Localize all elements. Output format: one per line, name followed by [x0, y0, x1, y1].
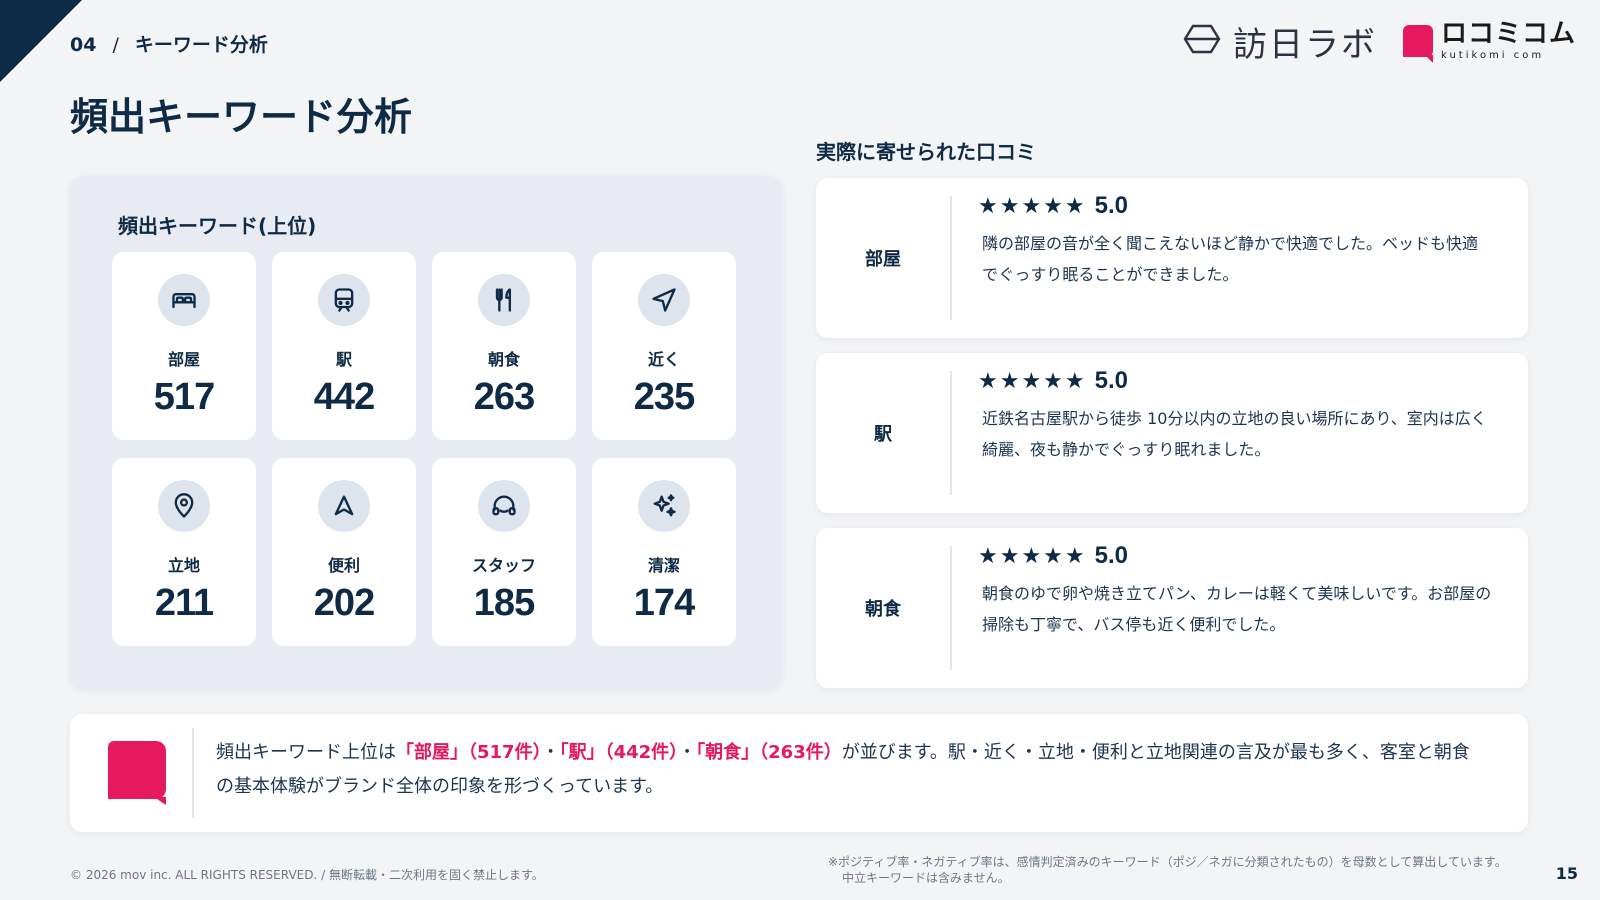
keyword-label: 部屋	[167, 350, 200, 369]
keyword-card: 便利 202	[272, 458, 416, 646]
breadcrumb-separator: /	[112, 34, 119, 56]
keyword-highlight: 「駅」	[559, 742, 605, 763]
keyword-card: 駅 442	[272, 252, 416, 440]
star-rating-icon: ★★★★★	[978, 193, 1087, 219]
page-number: 15	[1555, 864, 1578, 883]
review-tag: 駅	[874, 424, 892, 445]
review-tag: 部屋	[865, 249, 901, 270]
navigation-arrow-icon	[638, 274, 690, 326]
kutikomi-logo: ロコミコム kutikomi com	[1402, 19, 1576, 63]
keyword-highlight: 「朝食」	[696, 742, 760, 763]
copyright: © 2026 mov inc. ALL RIGHTS RESERVED. / 無…	[70, 868, 544, 882]
keyword-highlight: 「部屋」	[396, 742, 468, 763]
section-title: キーワード分析	[134, 34, 268, 56]
reviews-heading: 実際に寄せられた口コミ	[816, 140, 1036, 164]
summary-separator: ・	[541, 742, 560, 763]
keyword-card: スタッフ 185	[432, 458, 576, 646]
headset-icon	[478, 480, 530, 532]
rating-score: 5.0	[1094, 192, 1128, 219]
divider	[950, 546, 952, 670]
review-card: 部屋 ★★★★★ 5.0 隣の部屋の音が全く聞こえないほど静かで快適でした。ベッ…	[816, 178, 1528, 338]
location-pin-icon	[158, 480, 210, 532]
rating-score: 5.0	[1094, 367, 1128, 394]
keyword-count: 185	[473, 582, 535, 624]
star-rating-icon: ★★★★★	[978, 543, 1087, 569]
summary-part: 頻出キーワード上位は	[216, 742, 396, 763]
summary-box: 頻出キーワード上位は「部屋」（517件）・「駅」（442件）・「朝食」（263件…	[70, 714, 1528, 832]
keyword-card: 近く 235	[592, 252, 736, 440]
rating: ★★★★★ 5.0	[978, 367, 1128, 395]
keyword-count: 202	[313, 582, 375, 624]
brand-logo-text: 訪日ラボ	[1232, 24, 1377, 65]
keyword-label: 立地	[167, 556, 200, 575]
summary-text: 頻出キーワード上位は「部屋」（517件）・「駅」（442件）・「朝食」（263件…	[216, 736, 1486, 804]
houNichi-lab-logo: 訪日ラボ	[1183, 17, 1377, 66]
keywords-panel-title: 頻出キーワード(上位)	[118, 214, 317, 238]
keyword-label: 駅	[335, 350, 352, 369]
keyword-count: 517	[153, 376, 215, 418]
divider	[192, 728, 194, 818]
partner-logo-text: ロコミコム	[1440, 19, 1576, 49]
review-card: 朝食 ★★★★★ 5.0 朝食のゆで卵や焼き立てパン、カレーは軽くて美味しいです…	[816, 528, 1528, 688]
speech-bubble-logo-icon	[1402, 25, 1433, 63]
keyword-label: 朝食	[487, 350, 520, 369]
keyword-count: 442	[313, 376, 375, 418]
keyword-card: 立地 211	[112, 458, 256, 646]
keyword-card: 清潔 174	[592, 458, 736, 646]
rating: ★★★★★ 5.0	[978, 542, 1128, 570]
keyword-count: 235	[633, 376, 695, 418]
send-arrow-icon	[318, 480, 370, 532]
rating-score: 5.0	[1094, 542, 1128, 569]
count-highlight: （442件）	[604, 742, 679, 763]
hexagon-logo-icon	[1183, 24, 1221, 58]
page-title: 頻出キーワード分析	[70, 95, 413, 139]
keyword-count: 263	[473, 376, 535, 418]
review-text: 朝食のゆで卵や焼き立てパン、カレーは軽くて美味しいです。お部屋の掃除も丁寧で、バ…	[982, 584, 1492, 634]
summary-separator: ・	[678, 742, 697, 763]
review-tag: 朝食	[865, 599, 901, 620]
utensils-icon	[478, 274, 530, 326]
count-highlight: （263件）	[759, 742, 842, 763]
star-rating-icon: ★★★★★	[978, 368, 1087, 394]
footnote-line: 中立キーワードは含みません。	[842, 871, 1010, 885]
bed-icon	[158, 274, 210, 326]
count-highlight: （517件）	[468, 742, 542, 763]
keyword-label: 清潔	[647, 556, 680, 575]
footnote-line: ※ポジティブ率・ネガティブ率は、感情判定済みのキーワード（ポジ／ネガに分類された…	[828, 855, 1507, 869]
rating: ★★★★★ 5.0	[978, 192, 1128, 220]
speech-bubble-icon	[108, 741, 166, 805]
keyword-count: 211	[154, 582, 214, 624]
review-text: 隣の部屋の音が全く聞こえないほど静かで快適でした。ベッドも快適でぐっすり眠ること…	[982, 234, 1479, 284]
divider	[950, 196, 952, 320]
keyword-grid: 部屋 517 駅 442 朝食 263 近く 235 立地 211 便利 202…	[112, 252, 736, 646]
header-logos: 訪日ラボ ロコミコム kutikomi com	[1183, 17, 1576, 66]
keywords-panel: 頻出キーワード(上位) 部屋 517 駅 442 朝食 263 近く 235 立…	[70, 176, 782, 688]
keyword-label: 近く	[647, 350, 680, 369]
footnote: ※ポジティブ率・ネガティブ率は、感情判定済みのキーワード（ポジ／ネガに分類された…	[828, 854, 1528, 886]
keyword-card: 朝食 263	[432, 252, 576, 440]
divider	[950, 371, 952, 495]
review-card: 駅 ★★★★★ 5.0 近鉄名古屋駅から徒歩 10分以内の立地の良い場所にあり、…	[816, 353, 1528, 513]
keyword-card: 部屋 517	[112, 252, 256, 440]
keyword-count: 174	[633, 582, 695, 624]
sparkles-icon	[638, 480, 690, 532]
review-text: 近鉄名古屋駅から徒歩 10分以内の立地の良い場所にあり、室内は広く綺麗、夜も静か…	[982, 409, 1487, 459]
keyword-label: スタッフ	[471, 556, 536, 575]
breadcrumb: 04 / キーワード分析	[70, 30, 268, 57]
partner-logo-sub: kutikomi com	[1440, 50, 1545, 61]
keyword-label: 便利	[327, 556, 360, 575]
section-number: 04	[70, 34, 97, 56]
train-icon	[318, 274, 370, 326]
